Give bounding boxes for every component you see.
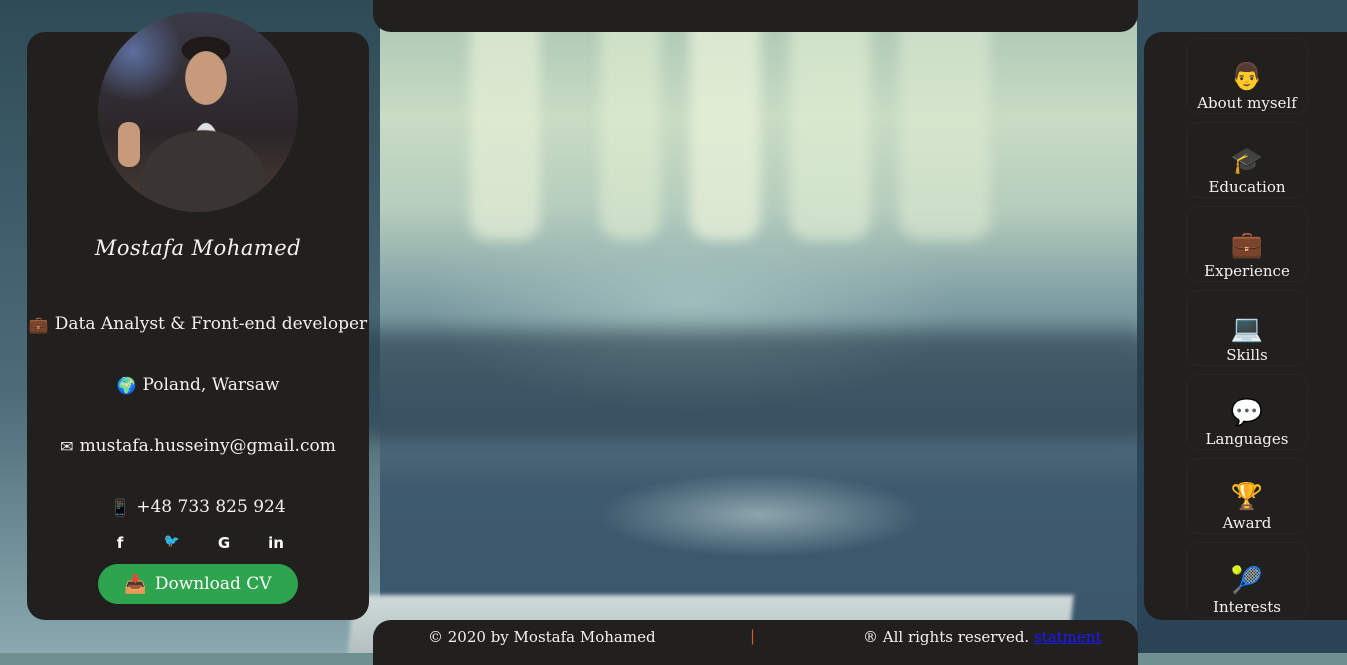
footer-statement-link[interactable]: statment (1034, 628, 1102, 646)
avatar (98, 12, 298, 212)
profile-email[interactable]: mustafa.husseiny@gmail.com (80, 436, 336, 456)
social-links: f 🐦 G in (27, 534, 369, 552)
nav-item-interests[interactable]: 🎾 Interests (1186, 542, 1308, 618)
trophy-icon: 🏆 (1230, 482, 1264, 512)
profile-email-row: ✉ mustafa.husseiny@gmail.com (27, 436, 369, 456)
speech-bubble-icon: 💬 (1230, 398, 1264, 428)
download-tray-icon: 📥 (124, 573, 147, 595)
background-blur-shape (470, 0, 540, 240)
profile-title: Data Analyst & Front-end developer (54, 314, 368, 334)
background-blur-shape (790, 0, 870, 240)
man-icon: 👨 (1230, 62, 1264, 92)
footer-rights: ® All rights reserved. statment (863, 628, 1101, 646)
background-blur-shape (690, 0, 760, 240)
nav-item-label: Skills (1226, 346, 1268, 364)
google-icon[interactable]: G (215, 534, 233, 552)
profile-phone-row: 📱 +48 733 825 924 (27, 497, 369, 517)
profile-location-row: 🌍 Poland, Warsaw (27, 375, 369, 395)
globe-icon: 🌍 (116, 375, 137, 395)
nav-item-education[interactable]: 🎓 Education (1186, 122, 1308, 198)
nav-item-label: Award (1222, 514, 1272, 532)
avatar-thumb-detail (118, 122, 140, 167)
nav-item-label: Education (1208, 178, 1286, 196)
nav-item-label: Experience (1204, 262, 1290, 280)
nav-item-award[interactable]: 🏆 Award (1186, 458, 1308, 534)
laptop-icon: 💻 (1230, 314, 1264, 344)
section-nav: 👨 About myself 🎓 Education 💼 Experience … (1144, 32, 1347, 620)
linkedin-icon[interactable]: in (267, 534, 285, 552)
briefcase-icon: 💼 (1230, 230, 1264, 260)
tennis-racket-icon: 🎾 (1230, 566, 1264, 596)
background-blur-shape (600, 0, 660, 240)
footer-rights-text: ® All rights reserved. (863, 628, 1030, 646)
download-cv-label: Download CV (154, 574, 272, 594)
nav-item-label: Languages (1205, 430, 1289, 448)
envelope-icon: ✉ (60, 436, 74, 456)
twitter-icon[interactable]: 🐦 (163, 534, 181, 552)
footer-copyright: © 2020 by Mostafa Mohamed (428, 628, 656, 646)
footer-separator: | (750, 627, 756, 645)
nav-item-label: About myself (1197, 94, 1297, 112)
profile-location: Poland, Warsaw (142, 375, 280, 395)
background-desk (340, 330, 1160, 440)
nav-item-label: Interests (1213, 598, 1281, 616)
top-bar (373, 0, 1138, 32)
nav-item-experience[interactable]: 💼 Experience (1186, 206, 1308, 282)
background-blur-shape (900, 0, 990, 240)
profile-name: Mostafa Mohamed (94, 236, 302, 260)
nav-item-skills[interactable]: 💻 Skills (1186, 290, 1308, 366)
facebook-icon[interactable]: f (111, 534, 129, 552)
nav-item-about[interactable]: 👨 About myself (1186, 38, 1308, 114)
profile-card: Mostafa Mohamed 💼 Data Analyst & Front-e… (27, 12, 369, 620)
profile-title-row: 💼 Data Analyst & Front-end developer (27, 314, 369, 334)
graduation-cap-icon: 🎓 (1230, 146, 1264, 176)
footer: © 2020 by Mostafa Mohamed | ® All rights… (373, 620, 1138, 665)
nav-item-languages[interactable]: 💬 Languages (1186, 374, 1308, 450)
download-cv-button[interactable]: 📥 Download CV (98, 564, 298, 604)
profile-phone[interactable]: +48 733 825 924 (136, 497, 285, 517)
mobile-phone-icon: 📱 (110, 497, 131, 517)
briefcase-icon: 💼 (28, 314, 49, 334)
